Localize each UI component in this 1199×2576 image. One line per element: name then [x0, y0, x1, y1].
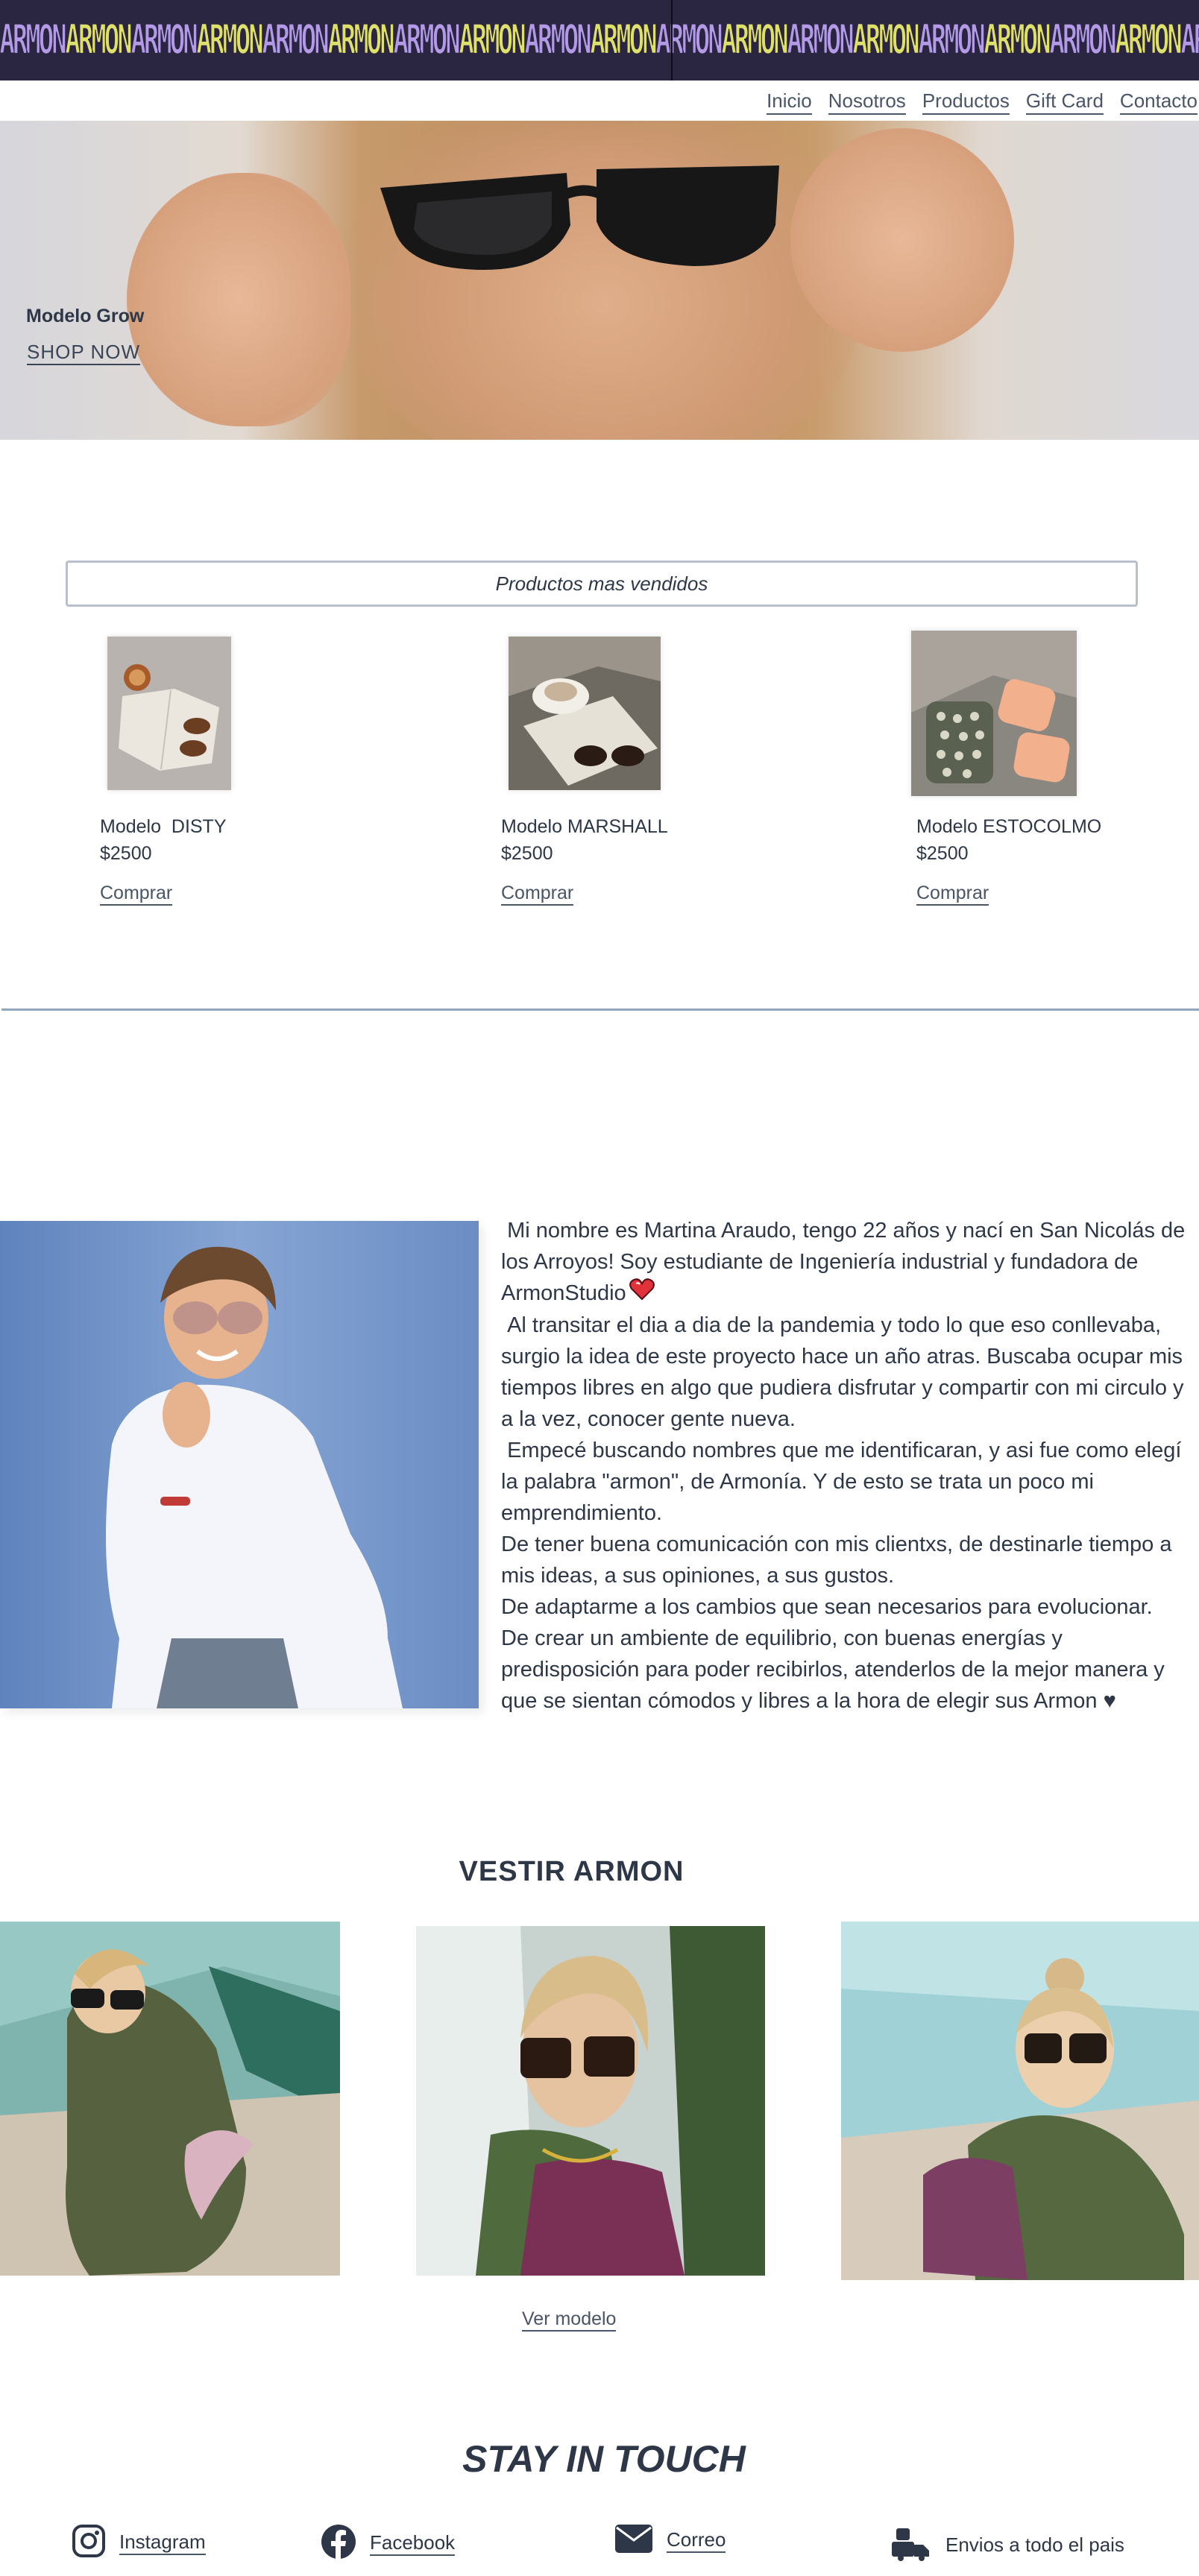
about-paragraph: De crear un ambiente de equilibrio, con …: [501, 1626, 1171, 1714]
founder-photo: [0, 1221, 479, 1708]
main-nav: Inicio Nosotros Productos Gift Card Cont…: [767, 89, 1198, 115]
envios-label: Envios a todo el pais: [945, 2533, 1124, 2556]
facebook-link[interactable]: Facebook: [370, 2531, 456, 2556]
correo-link[interactable]: Correo: [667, 2528, 726, 2553]
brand-logo-tile: ARMON: [721, 16, 789, 65]
product-image-estocolmo[interactable]: [911, 631, 1077, 796]
about-text: Mi nombre es Martina Araudo, tengo 22 añ…: [501, 1215, 1199, 1717]
product-photo: [911, 631, 1077, 796]
vestir-title: VESTIR ARMON: [459, 1856, 685, 1887]
buy-button-disty[interactable]: Comprar: [100, 883, 173, 906]
brand-logo-tile: ARMON: [262, 16, 330, 65]
product-name: Modelo DISTY: [100, 816, 227, 837]
footer-correo: Correo: [614, 2524, 726, 2557]
look-photo: [0, 1922, 340, 2276]
footer-instagram: Instagram: [72, 2524, 206, 2561]
about-paragraph: De tener buena comunicación con mis clie…: [501, 1532, 1178, 1588]
look-image-3[interactable]: [841, 1922, 1199, 2280]
nav-nosotros[interactable]: Nosotros: [828, 89, 906, 115]
product-photo: [107, 637, 231, 790]
instagram-link[interactable]: Instagram: [119, 2531, 206, 2555]
brand-banner: ARMON ARMON ARMON ARMON ARMON ARMON ARMON ARMON…: [0, 0, 1199, 80]
brand-logo-tile: ARMON: [655, 16, 723, 65]
mail-icon[interactable]: [614, 2524, 653, 2557]
ver-modelo-link[interactable]: Ver modelo: [522, 2308, 617, 2332]
brand-logo-tile: ARMON: [65, 16, 133, 65]
nav-gift-card[interactable]: Gift Card: [1025, 89, 1104, 115]
brand-logo-tile: ARMON: [1049, 16, 1117, 65]
brand-logo-tile: ARMON: [327, 16, 395, 65]
banner-divider: [671, 0, 673, 80]
founder-photo-figure: [0, 1221, 479, 1708]
brand-logo-tile: ARMON: [393, 16, 461, 65]
product-price: $2500: [100, 843, 152, 864]
brand-logo-tile: ARMON: [590, 16, 658, 65]
brand-logo-tile: ARMON: [524, 16, 592, 65]
look-photo: [841, 1922, 1199, 2280]
sunglasses-image: [380, 165, 779, 270]
hero-banner: Modelo Grow SHOP NOW: [0, 121, 1199, 440]
buy-button-estocolmo[interactable]: Comprar: [916, 883, 989, 906]
nav-productos[interactable]: Productos: [922, 89, 1010, 115]
product-photo: [509, 637, 661, 790]
brand-logo-tile: ARMON: [130, 16, 198, 65]
product-image-disty[interactable]: [107, 637, 231, 790]
product-price: $2500: [916, 843, 969, 864]
nav-inicio[interactable]: Inicio: [767, 89, 812, 115]
about-paragraph: Mi nombre es Martina Araudo, tengo 22 añ…: [501, 1215, 1199, 1310]
about-paragraph-text: Mi nombre es Martina Araudo, tengo 22 añ…: [501, 1219, 1192, 1305]
about-paragraph: Al transitar el dia a dia de la pandemia…: [501, 1313, 1190, 1432]
footer-facebook: Facebook: [321, 2524, 456, 2563]
buy-button-marshall[interactable]: Comprar: [501, 883, 574, 906]
look-image-1[interactable]: [0, 1922, 340, 2276]
nav-contacto[interactable]: Contacto: [1119, 89, 1198, 115]
delivery-icon: [890, 2525, 932, 2564]
brand-logo-tile: ARMON: [787, 16, 855, 65]
section-divider: [1, 1008, 1199, 1011]
heart-icon: [629, 1278, 655, 1310]
brand-logo-tile: ARMON: [852, 16, 920, 65]
bestsellers-heading: Productos mas vendidos: [66, 561, 1138, 607]
brand-logo-tile: ARMON: [1115, 16, 1183, 65]
hero-photo-hand-left: [127, 173, 350, 426]
footer-envios: Envios a todo el pais: [890, 2525, 1124, 2564]
brand-logo-tile: ARMON: [1180, 16, 1199, 65]
brand-logo-tile: ARMON: [0, 16, 67, 65]
product-image-marshall[interactable]: [509, 637, 661, 790]
brand-logo-tile: ARMON: [196, 16, 264, 65]
brand-logo-tile: ARMON: [918, 16, 986, 65]
hero-photo-hand-right: [790, 128, 1014, 352]
instagram-icon[interactable]: [72, 2524, 106, 2561]
brand-logo-tile: ARMON: [459, 16, 526, 65]
about-paragraph: De adaptarme a los cambios que sean nece…: [501, 1595, 1153, 1620]
product-name: Modelo MARSHALL: [501, 816, 668, 837]
product-price: $2500: [501, 843, 553, 864]
about-paragraph: Empecé buscando nombres que me identific…: [501, 1439, 1188, 1526]
stay-in-touch-title: STAY IN TOUCH: [462, 2438, 746, 2480]
facebook-icon[interactable]: [321, 2524, 356, 2563]
look-photo: [416, 1926, 765, 2276]
hero-title: Modelo Grow: [26, 306, 145, 326]
shop-now-link[interactable]: SHOP NOW: [27, 341, 140, 365]
look-image-2[interactable]: [416, 1926, 765, 2276]
brand-logo-tile: ARMON: [984, 16, 1051, 65]
product-name: Modelo ESTOCOLMO: [916, 816, 1102, 837]
